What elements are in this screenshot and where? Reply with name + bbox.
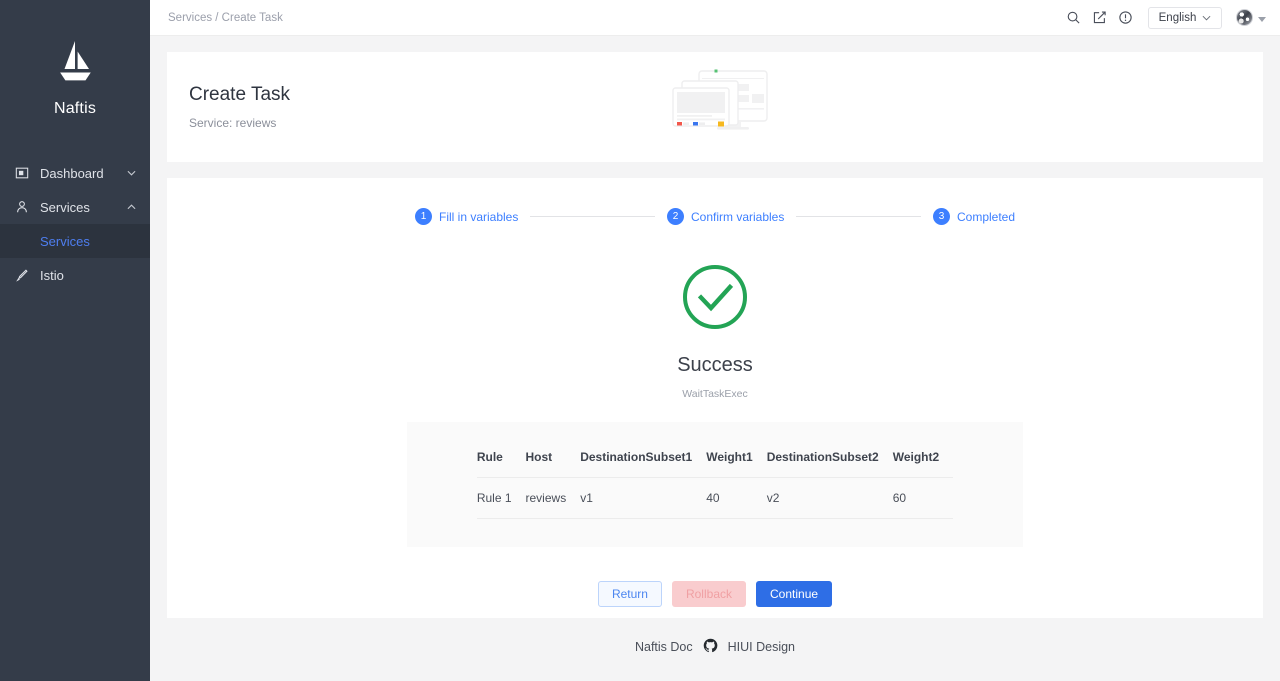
step-connector-2 — [796, 216, 921, 217]
continue-button[interactable]: Continue — [756, 581, 833, 607]
step-3-number: 3 — [932, 208, 950, 225]
step-2-number: 2 — [666, 208, 684, 225]
monitor-windows-illustration — [672, 69, 768, 130]
rules-table-head: Rule Host DestinationSubset1 Weight1 Des… — [476, 450, 954, 478]
brush-icon — [14, 267, 30, 283]
chevron-down-icon[interactable] — [126, 168, 136, 178]
sidebar-item-dashboard-label: Dashboard — [40, 165, 104, 181]
action-buttons: Return Rollback Continue — [597, 581, 833, 607]
breadcrumb: Services / Create Task — [168, 11, 283, 24]
rollback-button[interactable]: Rollback — [671, 581, 746, 607]
step-3[interactable]: 3 Completed — [932, 208, 1016, 225]
result-subtitle: WaitTaskExec — [682, 388, 748, 400]
avatar — [1236, 9, 1253, 26]
col-destination-subset-2: DestinationSubset2 — [766, 450, 879, 464]
page-title: Create Task — [189, 84, 291, 105]
sidebar-nav: Dashboard Services Services Istio — [0, 156, 150, 292]
main-area: Services / Create Task English Create Ta… — [150, 0, 1280, 681]
footer: Naftis Doc HIUI Design — [150, 618, 1280, 676]
info-circle-icon[interactable] — [1112, 5, 1138, 31]
task-result-card: 1 Fill in variables 2 Confirm variables … — [167, 178, 1263, 618]
table-header-row: Rule Host DestinationSubset1 Weight1 Des… — [476, 450, 954, 478]
sidebar-item-istio-label: Istio — [40, 267, 64, 283]
page-content: Create Task Service: reviews 1 Fill in v… — [150, 36, 1280, 681]
topbar: Services / Create Task English — [150, 0, 1280, 36]
page-header-card: Create Task Service: reviews — [167, 52, 1263, 162]
col-rule: Rule — [476, 450, 503, 464]
rules-table-panel: Rule Host DestinationSubset1 Weight1 Des… — [407, 422, 1023, 547]
chevron-up-icon[interactable] — [126, 202, 136, 212]
cell-destination-subset-2: v2 — [766, 491, 780, 505]
dashboard-icon — [14, 165, 30, 181]
chevron-down-icon — [1202, 12, 1211, 24]
col-destination-subset-1: DestinationSubset1 — [580, 450, 693, 464]
step-2[interactable]: 2 Confirm variables — [666, 208, 785, 225]
return-button[interactable]: Return — [597, 581, 662, 607]
sidebar-item-services[interactable]: Services — [0, 190, 150, 224]
step-1[interactable]: 1 Fill in variables — [415, 208, 518, 225]
cell-host: reviews — [525, 491, 567, 505]
hiui-design-link[interactable]: HIUI Design — [728, 640, 795, 654]
search-icon[interactable] — [1060, 5, 1086, 31]
col-weight-1: Weight1 — [706, 450, 753, 464]
col-weight-2: Weight2 — [892, 450, 940, 464]
stepper: 1 Fill in variables 2 Confirm variables … — [415, 208, 1015, 225]
cell-rule: Rule 1 — [476, 491, 512, 505]
rules-table-body: Rule 1 reviews v1 40 v2 60 — [476, 478, 954, 519]
step-connector-1 — [530, 216, 655, 217]
step-1-number: 1 — [415, 208, 432, 225]
cell-weight-2: 60 — [892, 491, 907, 505]
brand-name: Naftis — [53, 100, 97, 117]
brand: Naftis — [0, 0, 150, 118]
naftis-doc-link[interactable]: Naftis Doc — [635, 640, 693, 654]
step-2-label: Confirm variables — [690, 209, 785, 224]
language-selector[interactable]: English — [1148, 6, 1222, 29]
step-3-label: Completed — [956, 209, 1016, 224]
page-subtitle: Service: reviews — [189, 116, 277, 130]
step-1-label: Fill in variables — [439, 209, 519, 224]
sailboat-icon — [60, 41, 91, 81]
check-circle-icon — [681, 263, 749, 336]
sidebar-subitem-services-label: Services — [40, 233, 90, 249]
rules-table: Rule Host DestinationSubset1 Weight1 Des… — [476, 450, 954, 519]
col-host: Host — [525, 450, 553, 464]
github-icon[interactable] — [703, 638, 718, 656]
language-selector-value: English — [1158, 11, 1197, 24]
table-row: Rule 1 reviews v1 40 v2 60 — [476, 478, 954, 519]
user-icon — [14, 199, 30, 215]
cell-weight-1: 40 — [706, 491, 720, 505]
sidebar-item-istio[interactable]: Istio — [0, 258, 150, 292]
cell-destination-subset-1: v1 — [580, 491, 593, 505]
result-title: Success — [677, 354, 753, 376]
page-header-text: Create Task Service: reviews — [189, 84, 290, 130]
caret-down-icon — [1258, 9, 1266, 27]
user-menu[interactable] — [1236, 9, 1266, 27]
sidebar-item-services-label: Services — [40, 199, 90, 215]
sidebar: Naftis Dashboard Services Services Istio — [0, 0, 150, 681]
edit-square-icon[interactable] — [1086, 5, 1112, 31]
sidebar-item-dashboard[interactable]: Dashboard — [0, 156, 150, 190]
sidebar-subitem-services[interactable]: Services — [0, 224, 150, 258]
